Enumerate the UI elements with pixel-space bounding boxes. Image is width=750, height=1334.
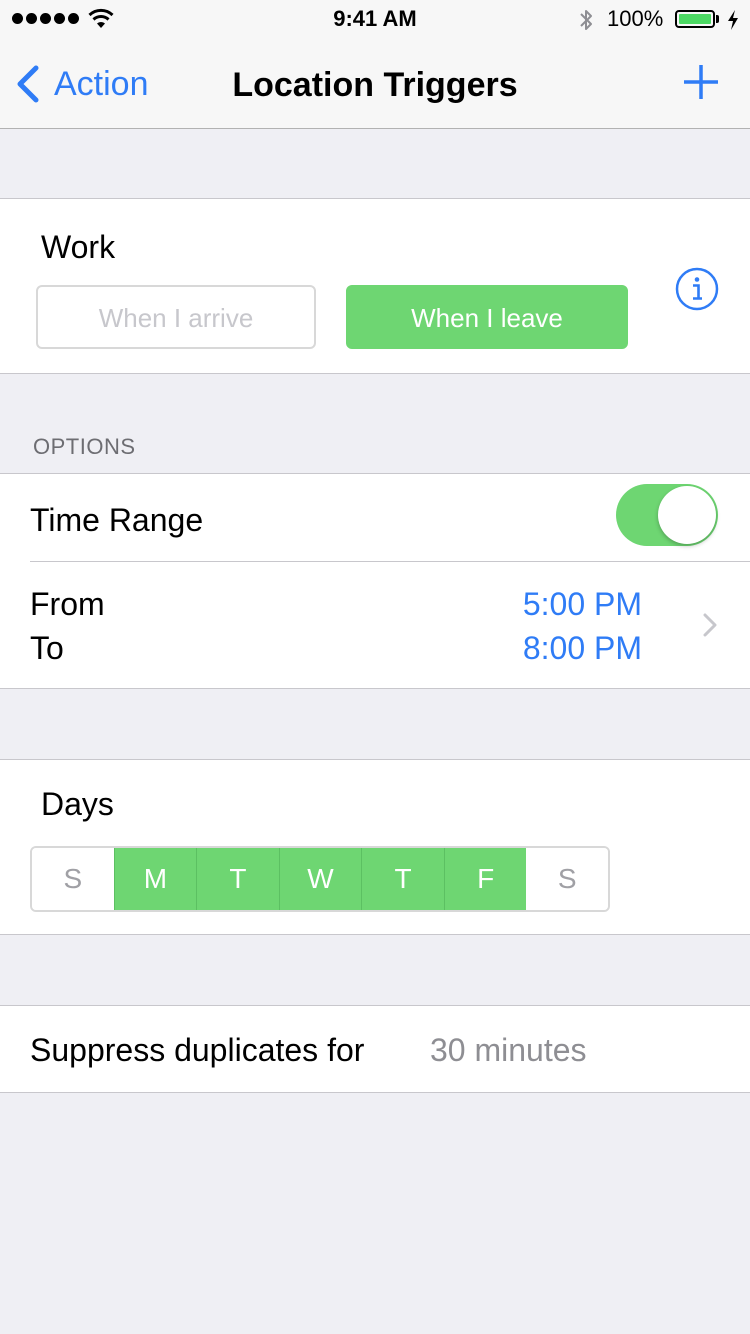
charging-icon [728, 10, 738, 30]
day-button-saturday[interactable]: S [526, 848, 608, 910]
page-title: Location Triggers [232, 66, 518, 104]
navigation-bar: Action Location Triggers [0, 40, 750, 129]
suppress-duplicates-value: 30 minutes [430, 1032, 587, 1068]
from-time-value: 5:00 PM [522, 586, 642, 622]
day-button-tuesday[interactable]: T [196, 848, 279, 910]
time-range-toggle[interactable] [616, 484, 718, 546]
day-button-wednesday[interactable]: W [278, 848, 362, 910]
battery-percentage: 100% [607, 6, 664, 31]
options-group: Time Range From 5:00 PM To 8:00 PM [0, 473, 750, 689]
toggle-knob [658, 486, 716, 544]
day-button-monday[interactable]: M [113, 848, 197, 910]
day-button-thursday[interactable]: T [361, 848, 444, 910]
options-section-header: OPTIONS [33, 434, 136, 459]
status-bar: 9:41 AM 100% [0, 0, 750, 40]
location-card-work: Work When I arrive When I leave [0, 198, 750, 374]
from-label: From [30, 586, 105, 622]
day-button-friday[interactable]: F [443, 848, 527, 910]
battery-nub [716, 15, 719, 23]
time-range-label: Time Range [30, 502, 204, 538]
battery-level-fill [679, 14, 711, 24]
day-button-sunday[interactable]: S [32, 848, 114, 910]
days-group: Days S M T W T F S [0, 759, 750, 935]
when-i-arrive-button[interactable]: When I arrive [36, 285, 316, 349]
suppress-duplicates-row[interactable]: Suppress duplicates for 30 minutes [0, 1005, 750, 1093]
to-label: To [30, 630, 64, 666]
plus-icon[interactable] [683, 64, 719, 100]
location-name: Work [41, 229, 116, 265]
bluetooth-icon [580, 10, 592, 30]
info-icon[interactable] [675, 267, 719, 311]
day-picker: S M T W T F S [30, 846, 610, 912]
when-i-leave-button[interactable]: When I leave [346, 285, 628, 349]
days-title: Days [41, 786, 114, 822]
battery-icon [675, 10, 715, 28]
to-time-value: 8:00 PM [522, 630, 642, 666]
chevron-right-icon [703, 613, 717, 637]
time-range-row[interactable]: From 5:00 PM To 8:00 PM [0, 562, 750, 688]
suppress-duplicates-label: Suppress duplicates for [30, 1032, 365, 1068]
